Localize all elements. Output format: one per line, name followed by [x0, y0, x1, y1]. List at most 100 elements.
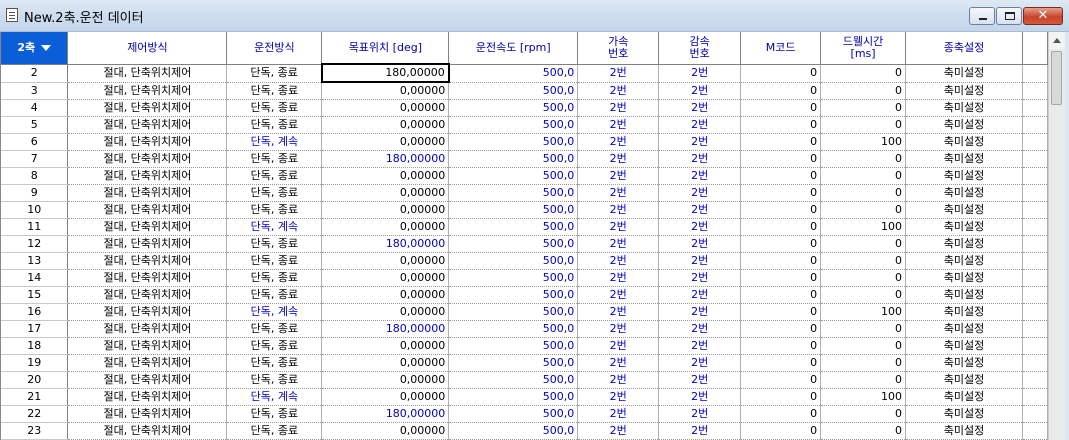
control-method-cell[interactable]: 절대, 단축위치제어	[67, 388, 228, 406]
target-position-cell[interactable]: 0,00000	[321, 82, 450, 100]
target-position-cell[interactable]: 0,00000	[321, 269, 450, 287]
table-row[interactable]: 10 절대, 단축위치제어 단독, 종료 0,00000 500,0 2번 2번 0 0 축미설정	[1, 201, 1048, 219]
mcode-cell[interactable]: 0	[740, 184, 822, 202]
dwell-time-cell[interactable]: 0	[820, 82, 907, 100]
maximize-button[interactable]	[996, 7, 1022, 25]
axis-setting-cell[interactable]: 축미설정	[905, 235, 1023, 253]
vertical-scrollbar[interactable]	[1048, 32, 1065, 440]
mcode-cell[interactable]: 0	[740, 269, 822, 287]
mcode-cell[interactable]: 0	[740, 422, 822, 440]
decel-no-cell[interactable]: 2번	[658, 252, 742, 270]
table-row[interactable]: 3 절대, 단축위치제어 단독, 종료 0,00000 500,0 2번 2번 0 0 축미설정	[1, 82, 1048, 100]
run-speed-cell[interactable]: 500,0	[448, 286, 579, 304]
run-speed-cell[interactable]: 500,0	[448, 371, 579, 389]
axis-setting-cell[interactable]: 축미설정	[905, 405, 1023, 423]
accel-no-cell[interactable]: 2번	[577, 184, 660, 202]
control-method-cell[interactable]: 절대, 단축위치제어	[67, 99, 228, 117]
dwell-time-cell[interactable]: 100	[820, 303, 907, 321]
mcode-cell[interactable]: 0	[740, 99, 822, 117]
decel-no-cell[interactable]: 2번	[658, 354, 742, 372]
decel-no-cell[interactable]: 2번	[658, 116, 742, 134]
mcode-cell[interactable]: 0	[740, 82, 822, 100]
header-control-method[interactable]: 제어방식	[67, 32, 228, 65]
dwell-time-cell[interactable]: 100	[820, 388, 907, 406]
mcode-cell[interactable]: 0	[740, 371, 822, 389]
decel-no-cell[interactable]: 2번	[658, 235, 742, 253]
run-mode-cell[interactable]: 단독, 종료	[226, 422, 323, 440]
run-mode-cell[interactable]: 단독, 종료	[226, 354, 323, 372]
mcode-cell[interactable]: 0	[740, 320, 822, 338]
control-method-cell[interactable]: 절대, 단축위치제어	[67, 116, 228, 134]
dwell-time-cell[interactable]: 0	[820, 184, 907, 202]
target-position-cell[interactable]: 0,00000	[321, 116, 450, 134]
run-speed-cell[interactable]: 500,0	[448, 354, 579, 372]
decel-no-cell[interactable]: 2번	[658, 218, 742, 236]
control-method-cell[interactable]: 절대, 단축위치제어	[67, 133, 228, 151]
accel-no-cell[interactable]: 2번	[577, 354, 660, 372]
control-method-cell[interactable]: 절대, 단축위치제어	[67, 371, 228, 389]
table-row[interactable]: 20 절대, 단축위치제어 단독, 종료 0,00000 500,0 2번 2번 0 0 축미설정	[1, 371, 1048, 389]
target-position-cell[interactable]: 0,00000	[321, 218, 450, 236]
control-method-cell[interactable]: 절대, 단축위치제어	[67, 286, 228, 304]
target-position-cell[interactable]: 0,00000	[321, 167, 450, 185]
dwell-time-cell[interactable]: 100	[820, 218, 907, 236]
target-position-cell[interactable]: 0,00000	[321, 422, 450, 440]
decel-no-cell[interactable]: 2번	[658, 371, 742, 389]
axis-setting-cell[interactable]: 축미설정	[905, 337, 1023, 355]
axis-setting-cell[interactable]: 축미설정	[905, 371, 1023, 389]
mcode-cell[interactable]: 0	[740, 64, 822, 83]
run-mode-cell[interactable]: 단독, 종료	[226, 167, 323, 185]
mcode-cell[interactable]: 0	[740, 354, 822, 372]
axis-setting-cell[interactable]: 축미설정	[905, 116, 1023, 134]
run-speed-cell[interactable]: 500,0	[448, 167, 579, 185]
run-speed-cell[interactable]: 500,0	[448, 82, 579, 100]
table-row[interactable]: 8 절대, 단축위치제어 단독, 종료 0,00000 500,0 2번 2번 0 0 축미설정	[1, 167, 1048, 185]
run-speed-cell[interactable]: 500,0	[448, 64, 579, 83]
decel-no-cell[interactable]: 2번	[658, 82, 742, 100]
axis-setting-cell[interactable]: 축미설정	[905, 354, 1023, 372]
target-position-cell[interactable]: 180,00000	[321, 405, 450, 423]
run-mode-cell[interactable]: 단독, 종료	[226, 150, 323, 168]
minimize-button[interactable]	[969, 7, 995, 25]
dwell-time-cell[interactable]: 0	[820, 201, 907, 219]
run-mode-cell[interactable]: 단독, 계속	[226, 303, 323, 321]
table-row[interactable]: 2 절대, 단축위치제어 단독, 종료 180,00000 500,0 2번 2번 0 0 축미설…	[1, 63, 1048, 83]
decel-no-cell[interactable]: 2번	[658, 405, 742, 423]
axis-setting-cell[interactable]: 축미설정	[905, 133, 1023, 151]
dwell-time-cell[interactable]: 0	[820, 167, 907, 185]
table-row[interactable]: 17 절대, 단축위치제어 단독, 종료 180,00000 500,0 2번 2번 0 0 축미…	[1, 320, 1048, 338]
control-method-cell[interactable]: 절대, 단축위치제어	[67, 405, 228, 423]
accel-no-cell[interactable]: 2번	[577, 64, 660, 83]
table-row[interactable]: 23 절대, 단축위치제어 단독, 종료 0,00000 500,0 2번 2번 0 0 축미설정	[1, 422, 1048, 440]
run-mode-cell[interactable]: 단독, 종료	[226, 286, 323, 304]
run-speed-cell[interactable]: 500,0	[448, 133, 579, 151]
control-method-cell[interactable]: 절대, 단축위치제어	[67, 303, 228, 321]
table-row[interactable]: 18 절대, 단축위치제어 단독, 종료 0,00000 500,0 2번 2번 0 0 축미설정	[1, 337, 1048, 355]
run-speed-cell[interactable]: 500,0	[448, 269, 579, 287]
table-row[interactable]: 11 절대, 단축위치제어 단독, 계속 0,00000 500,0 2번 2번 0 100 축미…	[1, 218, 1048, 236]
accel-no-cell[interactable]: 2번	[577, 286, 660, 304]
mcode-cell[interactable]: 0	[740, 150, 822, 168]
decel-no-cell[interactable]: 2번	[658, 184, 742, 202]
mcode-cell[interactable]: 0	[740, 337, 822, 355]
decel-no-cell[interactable]: 2번	[658, 320, 742, 338]
target-position-cell[interactable]: 0,00000	[321, 286, 450, 304]
run-mode-cell[interactable]: 단독, 종료	[226, 235, 323, 253]
run-mode-cell[interactable]: 단독, 종료	[226, 269, 323, 287]
run-speed-cell[interactable]: 500,0	[448, 252, 579, 270]
target-position-cell[interactable]: 0,00000	[321, 371, 450, 389]
table-row[interactable]: 21 절대, 단축위치제어 단독, 계속 0,00000 500,0 2번 2번 0 100 축미…	[1, 388, 1048, 406]
decel-no-cell[interactable]: 2번	[658, 286, 742, 304]
axis-setting-cell[interactable]: 축미설정	[905, 82, 1023, 100]
accel-no-cell[interactable]: 2번	[577, 405, 660, 423]
table-row[interactable]: 12 절대, 단축위치제어 단독, 종료 180,00000 500,0 2번 2번 0 0 축미…	[1, 235, 1048, 253]
axis-setting-cell[interactable]: 축미설정	[905, 64, 1023, 83]
decel-no-cell[interactable]: 2번	[658, 422, 742, 440]
accel-no-cell[interactable]: 2번	[577, 167, 660, 185]
mcode-cell[interactable]: 0	[740, 167, 822, 185]
scrollbar-thumb[interactable]	[1051, 51, 1062, 105]
run-mode-cell[interactable]: 단독, 종료	[226, 405, 323, 423]
target-position-cell[interactable]: 0,00000	[321, 337, 450, 355]
run-mode-cell[interactable]: 단독, 종료	[226, 82, 323, 100]
run-speed-cell[interactable]: 500,0	[448, 218, 579, 236]
